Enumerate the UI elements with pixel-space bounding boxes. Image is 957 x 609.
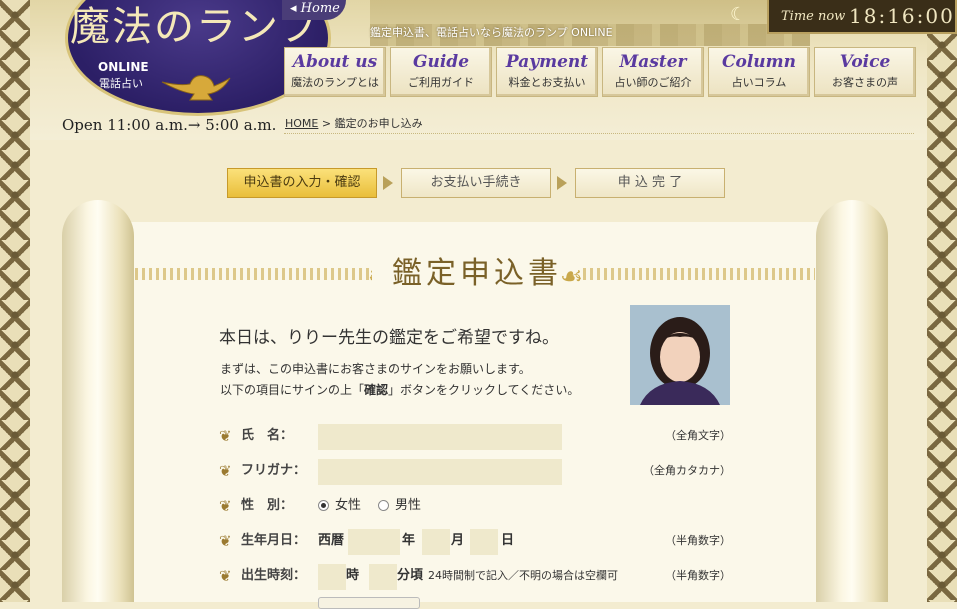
nav-item-voice[interactable]: Voice お客さまの声	[814, 47, 916, 97]
nav-item-en: Column	[721, 52, 797, 72]
gender-female-label[interactable]: 女性	[335, 494, 361, 518]
form-description-1: まずは、この申込書にお客さまのサインをお願いします。	[220, 362, 531, 376]
birthday-label: 生年月日：	[219, 529, 306, 553]
magic-lamp-icon	[161, 75, 231, 101]
gender-female-radio[interactable]	[318, 500, 329, 511]
logo-subtitle-online: ONLINE	[98, 60, 149, 74]
main-nav: About us 魔法のランプとは Guide ご利用ガイド Payment 料金とお…	[284, 47, 920, 97]
logo-subtitle-phone: 電話占い	[99, 77, 143, 90]
step-payment: お支払い手続き	[401, 168, 551, 198]
header-tagline: 鑑定申込書、電話占いなら魔法のランプ ONLINE	[370, 26, 613, 39]
birthtime-note: （半角数字）	[665, 569, 731, 582]
right-flourish-icon: ☙	[560, 262, 584, 292]
scroll-roller-right	[816, 200, 888, 602]
step-arrow-icon	[383, 176, 393, 190]
breadcrumb-current: 鑑定のお申し込み	[334, 117, 423, 130]
form-title-box: 鑑定申込書	[372, 250, 582, 298]
moon-icon: ☾	[730, 4, 747, 25]
kana-input[interactable]	[318, 459, 562, 485]
desc2-pre: 以下の項目にサインの上「	[220, 383, 365, 397]
breadcrumb-home-link[interactable]: HOME	[285, 117, 318, 130]
birth-year-unit: 年	[402, 533, 416, 548]
birth-minute-input[interactable]	[369, 564, 397, 590]
birth-minute-unit: 分頃	[397, 568, 424, 583]
birthday-era: 西暦	[318, 533, 345, 548]
home-tab[interactable]: ◂ Home	[282, 0, 346, 20]
nav-item-ja: 占いコラム	[731, 76, 787, 89]
gender-label: 性 別：	[219, 494, 293, 518]
form-description-2: 以下の項目にサインの上「確認」ボタンをクリックしてください。	[220, 381, 579, 398]
name-input[interactable]	[318, 424, 562, 450]
birth-hour-unit: 時	[346, 568, 360, 583]
fortune-teller-portrait	[630, 305, 730, 405]
form-row-kana: フリガナ： （全角カタカナ）	[219, 459, 731, 485]
nav-item-ja: ご利用ガイド	[408, 76, 474, 89]
clock-label: Time now	[781, 9, 846, 24]
desc2-post: 」ボタンをクリックしてください。	[388, 383, 580, 397]
breadcrumb-separator: >	[321, 117, 332, 130]
birthtime-hint: 24時間制で記入／不明の場合は空欄可	[428, 569, 618, 582]
form-title: 鑑定申込書	[392, 256, 562, 291]
nav-item-en: Payment	[505, 52, 589, 72]
scroll-roller-left	[62, 200, 134, 602]
form-row-gender: 性 別： 女性 男性	[219, 494, 731, 518]
right-ornament-border	[927, 0, 957, 602]
birthday-note: （半角数字）	[665, 534, 731, 547]
birth-hour-input[interactable]	[318, 564, 346, 590]
birth-month-input[interactable]	[422, 529, 450, 555]
nav-item-en: Master	[619, 52, 687, 72]
form-lead-text: 本日は、りりー先生の鑑定をご希望ですね。	[219, 328, 559, 348]
birthtime-label: 出生時刻：	[219, 564, 306, 588]
nav-item-en: About us	[292, 52, 378, 72]
kana-note: （全角カタカナ）	[643, 464, 731, 477]
header-divider	[284, 133, 914, 134]
next-field-partial[interactable]	[318, 597, 420, 609]
kana-label: フリガナ：	[219, 459, 306, 483]
nav-item-payment[interactable]: Payment 料金とお支払い	[496, 47, 598, 97]
progress-steps: 申込書の入力・確認 お支払い手続き 申 込 完 了	[227, 168, 725, 198]
form-row-name: 氏 名： （全角文字）	[219, 424, 731, 450]
form-row-birthday: 生年月日： 西暦 年 月 日 （半角数字）	[219, 529, 731, 555]
opening-hours: Open 11:00 a.m.→ 5:00 a.m.	[62, 116, 277, 134]
form-row-birthtime: 出生時刻： 時 分頃 24時間制で記入／不明の場合は空欄可 （半角数字）	[219, 564, 731, 590]
nav-item-ja: 占い師のご紹介	[614, 76, 692, 89]
gender-male-radio[interactable]	[378, 500, 389, 511]
nav-item-en: Guide	[412, 52, 470, 72]
birth-year-input[interactable]	[348, 529, 400, 555]
clock-panel: Time now 18:16:00	[767, 0, 957, 34]
nav-item-en: Voice	[839, 52, 891, 72]
birth-day-input[interactable]	[470, 529, 498, 555]
gender-male-label[interactable]: 男性	[395, 494, 421, 518]
clock-value: 18:16:00	[849, 4, 955, 28]
name-note: （全角文字）	[665, 429, 731, 442]
step-arrow-icon	[557, 176, 567, 190]
nav-item-guide[interactable]: Guide ご利用ガイド	[390, 47, 492, 97]
nav-item-ja: 料金とお支払い	[508, 76, 586, 89]
left-ornament-border	[0, 0, 30, 602]
nav-item-about[interactable]: About us 魔法のランプとは	[284, 47, 386, 97]
birth-day-unit: 日	[501, 533, 515, 548]
name-label: 氏 名：	[219, 424, 293, 448]
breadcrumb: HOME > 鑑定のお申し込み	[285, 115, 423, 131]
step-complete: 申 込 完 了	[575, 168, 725, 198]
birth-month-unit: 月	[451, 533, 465, 548]
desc2-bold: 確認	[364, 383, 389, 397]
nav-item-master[interactable]: Master 占い師のご紹介	[602, 47, 704, 97]
step-input-confirm: 申込書の入力・確認	[227, 168, 377, 198]
fortune-teller-photo	[630, 305, 730, 405]
nav-item-ja: 魔法のランプとは	[291, 76, 379, 89]
nav-item-column[interactable]: Column 占いコラム	[708, 47, 810, 97]
nav-item-ja: お客さまの声	[832, 76, 898, 89]
